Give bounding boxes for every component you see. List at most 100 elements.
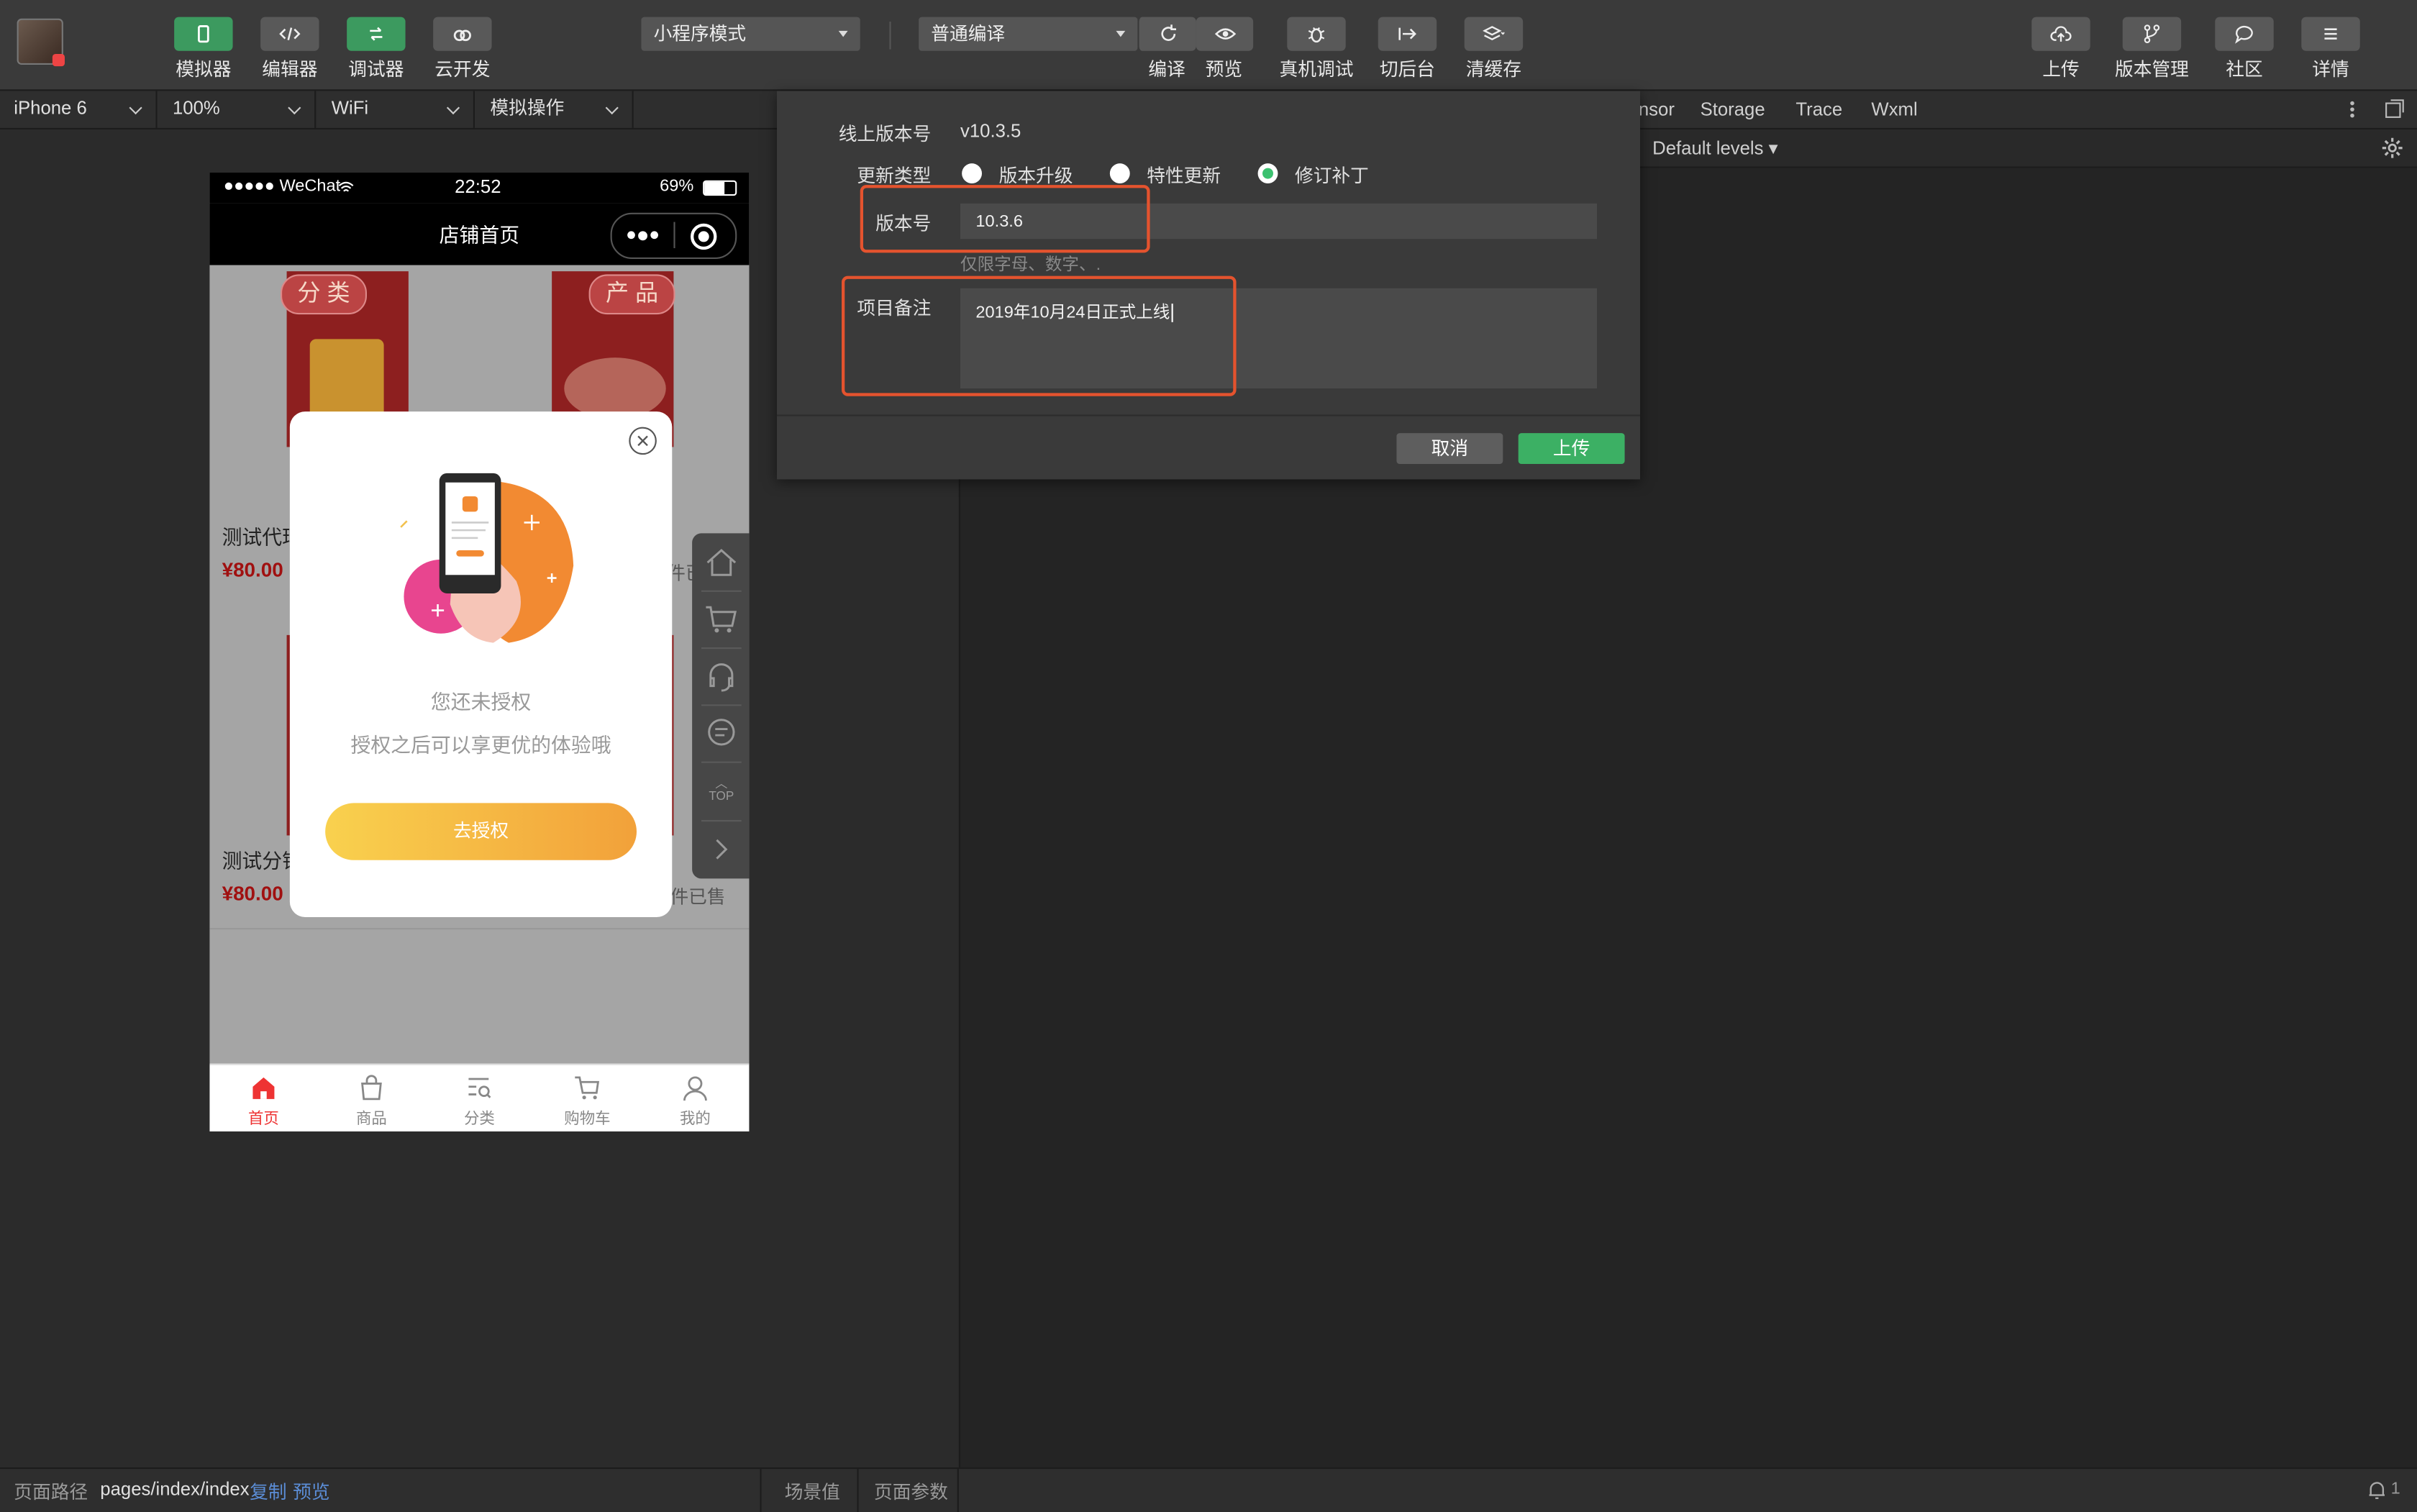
upload-label: 上传 xyxy=(2042,58,2080,81)
modal-subtitle: 授权之后可以享更优的体验哦 xyxy=(350,733,611,757)
preview-link[interactable]: 预览 xyxy=(293,1478,329,1504)
tab-sensor[interactable]: nsor xyxy=(1639,99,1675,120)
radio-patch-label[interactable]: 修订补丁 xyxy=(1295,162,1369,188)
bag-icon xyxy=(361,1075,382,1101)
radio-patch[interactable] xyxy=(1257,163,1278,183)
chevron-down-icon xyxy=(446,101,460,115)
authorize-button[interactable]: 去授权 xyxy=(325,803,637,860)
debugger-label: 调试器 xyxy=(348,58,404,81)
tab-home[interactable]: 首页 xyxy=(209,1065,317,1131)
page-path-label: 页面路径 xyxy=(14,1481,88,1503)
version-management-button[interactable] xyxy=(2122,17,2182,51)
undock-icon[interactable] xyxy=(2385,99,2405,119)
gear-icon[interactable] xyxy=(2382,137,2403,159)
phone-nav-bar: 店铺首页 xyxy=(209,203,750,265)
close-target-icon[interactable] xyxy=(691,223,717,250)
cancel-button[interactable]: 取消 xyxy=(1396,433,1503,464)
menu-icon xyxy=(2324,28,2337,40)
tab-label: 商品 xyxy=(355,1111,387,1129)
device-select[interactable]: iPhone 6 xyxy=(0,91,158,128)
online-version-value: v10.3.5 xyxy=(960,120,1021,142)
details-label: 详情 xyxy=(2312,58,2349,81)
avatar[interactable] xyxy=(17,18,65,67)
cloud-link-icon xyxy=(453,29,471,42)
caret-down-icon xyxy=(838,30,848,37)
debugger-button[interactable] xyxy=(347,17,406,51)
category-search-icon xyxy=(468,1078,491,1098)
category-badge: 分 类 xyxy=(281,274,367,315)
modal-title: 您还未授权 xyxy=(430,691,532,714)
compile-select[interactable]: 普通编译 xyxy=(919,17,1138,51)
tab-products[interactable]: 商品 xyxy=(317,1065,425,1131)
authorization-illustration xyxy=(400,473,574,643)
tab-category[interactable]: 分类 xyxy=(425,1065,533,1131)
status-time: 22:52 xyxy=(455,176,501,198)
back-to-top-button[interactable]: ︿ TOP xyxy=(701,778,742,803)
radio-feature-update[interactable] xyxy=(1109,163,1130,183)
compile-label: 编译 xyxy=(1148,58,1185,81)
top-toolbar: 模拟器 编辑器 调试器 云开发 小程序模式 普通编译 编译 预览 真机调试 切后… xyxy=(0,0,2417,91)
details-button[interactable] xyxy=(2301,17,2360,51)
community-label: 社区 xyxy=(2226,58,2263,81)
tab-label: 购物车 xyxy=(564,1111,611,1129)
more-dots-icon[interactable] xyxy=(627,231,658,241)
capsule-divider xyxy=(673,222,675,248)
caret-down-icon xyxy=(1116,30,1126,37)
home-icon[interactable] xyxy=(704,546,738,580)
section-divider xyxy=(209,928,750,930)
remote-debug-button[interactable] xyxy=(1287,17,1346,51)
message-icon[interactable] xyxy=(704,716,738,750)
more-vertical-icon[interactable] xyxy=(2348,99,2357,120)
customer-service-icon[interactable] xyxy=(704,660,738,693)
network-select[interactable]: WiFi xyxy=(317,91,475,128)
branch-icon xyxy=(2144,24,2160,43)
mode-select[interactable]: 小程序模式 xyxy=(641,17,860,51)
zoom-select[interactable]: 100% xyxy=(159,91,317,128)
operation-select[interactable]: 模拟操作 xyxy=(476,91,634,128)
simulator-button[interactable] xyxy=(174,17,233,51)
tab-storage[interactable]: Storage xyxy=(1701,99,1765,120)
radio-major-label[interactable]: 版本升级 xyxy=(999,162,1073,188)
radio-feature-label[interactable]: 特性更新 xyxy=(1147,162,1221,188)
background-switch-button[interactable] xyxy=(1378,17,1437,51)
operation-select-value: 模拟操作 xyxy=(490,97,565,119)
cloud-dev-button[interactable] xyxy=(433,17,492,51)
battery-icon xyxy=(703,180,737,196)
clear-cache-button[interactable] xyxy=(1464,17,1524,51)
debug-toggle-icon xyxy=(370,27,383,41)
tab-cart[interactable]: 购物车 xyxy=(533,1065,641,1131)
phone-status-bar: ●●●●● WeChat 22:52 69% xyxy=(209,173,750,204)
tab-wxml[interactable]: Wxml xyxy=(1871,99,1917,120)
page-params-button[interactable]: 页面参数 xyxy=(874,1478,948,1504)
wifi-icon xyxy=(338,181,354,192)
editor-label: 编辑器 xyxy=(262,58,318,81)
upload-button[interactable] xyxy=(2031,17,2090,51)
bell-icon[interactable] xyxy=(2367,1480,2386,1500)
page-path-value: pages/index/index xyxy=(100,1478,250,1500)
chevron-right-icon[interactable] xyxy=(704,832,738,866)
top-label: TOP xyxy=(709,789,734,803)
scene-value-button[interactable]: 场景值 xyxy=(785,1478,840,1504)
community-button[interactable] xyxy=(2215,17,2274,51)
radio-major-version[interactable] xyxy=(962,163,982,183)
cart-icon[interactable] xyxy=(704,603,738,637)
mode-select-value: 小程序模式 xyxy=(653,23,747,45)
cloud-upload-icon xyxy=(2050,26,2072,42)
user-icon xyxy=(683,1076,707,1101)
tab-trace[interactable]: Trace xyxy=(1795,99,1842,120)
refresh-icon xyxy=(1160,24,1175,41)
network-select-value: WiFi xyxy=(331,97,369,119)
compile-select-value: 普通编译 xyxy=(931,23,1006,45)
authorization-modal: 您还未授权 授权之后可以享更优的体验哦 去授权 xyxy=(289,411,673,917)
preview-label: 预览 xyxy=(1205,58,1243,81)
editor-button[interactable] xyxy=(260,17,319,51)
preview-button[interactable] xyxy=(1196,17,1254,51)
log-levels-select[interactable]: Default levels ▾ xyxy=(1652,137,1778,159)
compile-button[interactable] xyxy=(1137,17,1196,51)
close-icon[interactable] xyxy=(629,427,657,455)
tab-mine[interactable]: 我的 xyxy=(641,1065,749,1131)
layers-icon xyxy=(1483,26,1505,40)
code-icon xyxy=(279,27,301,41)
copy-link[interactable]: 复制 xyxy=(250,1478,286,1504)
confirm-upload-button[interactable]: 上传 xyxy=(1518,433,1625,464)
